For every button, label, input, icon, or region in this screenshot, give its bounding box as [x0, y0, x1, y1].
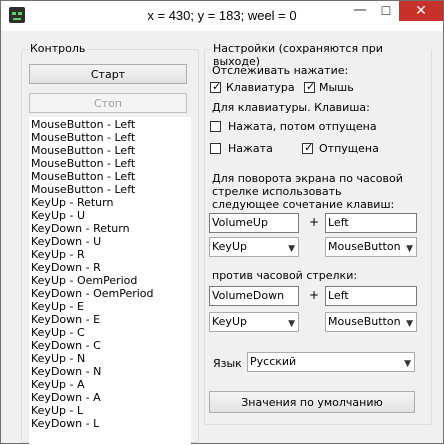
- list-item[interactable]: MouseButton - Left: [30, 144, 190, 157]
- clockwise-event1-select[interactable]: KeyUp ▼: [209, 237, 299, 257]
- pressed-then-released-label: Нажата, потом отпущена: [228, 120, 377, 133]
- released-label: Отпущена: [319, 142, 379, 155]
- list-item[interactable]: MouseButton - Left: [30, 118, 190, 131]
- released-checkbox[interactable]: ✓: [302, 141, 314, 154]
- clockwise-event1-value: KeyUp: [212, 240, 247, 253]
- language-label: Язык: [213, 357, 242, 370]
- plus-sign: +: [309, 215, 320, 229]
- chevron-down-icon: ▼: [406, 244, 413, 254]
- list-item[interactable]: KeyUp - C: [30, 326, 190, 339]
- minimize-button[interactable]: —: [347, 1, 373, 21]
- plus-sign: +: [309, 288, 320, 302]
- list-item[interactable]: KeyDown - N: [30, 365, 190, 378]
- chevron-down-icon: ▼: [288, 244, 295, 254]
- list-item[interactable]: KeyDown - Return: [30, 222, 190, 235]
- chevron-down-icon: ▼: [406, 319, 413, 329]
- pressed-checkbox[interactable]: [210, 143, 221, 154]
- clockwise-label-line3: следующее сочетание клавиш:: [212, 198, 395, 211]
- list-item[interactable]: KeyUp - N: [30, 352, 190, 365]
- keyboard-label: Клавиатура: [226, 81, 295, 94]
- list-item[interactable]: KeyUp - A: [30, 378, 190, 391]
- chevron-down-icon: ▼: [404, 359, 411, 369]
- counter-label: против часовой стрелки:: [212, 269, 358, 282]
- control-group-title: Контроль: [28, 42, 88, 55]
- counter-event1-select[interactable]: KeyUp ▼: [209, 312, 299, 332]
- list-item[interactable]: MouseButton - Left: [30, 131, 190, 144]
- clockwise-key2-input[interactable]: Left: [325, 213, 417, 233]
- counter-event2-select[interactable]: MouseButton ▼: [325, 312, 417, 332]
- clockwise-key1-input[interactable]: VolumeUp: [209, 213, 299, 233]
- list-item[interactable]: KeyUp - U: [30, 209, 190, 222]
- clockwise-label-line2: стрелке использовать: [212, 185, 342, 198]
- list-item[interactable]: KeyDown - C: [30, 339, 190, 352]
- language-select[interactable]: Русский ▼: [247, 352, 415, 372]
- defaults-button[interactable]: Значения по умолчанию: [209, 391, 415, 413]
- clockwise-event2-value: MouseButton: [328, 240, 401, 253]
- list-item[interactable]: KeyDown - U: [30, 235, 190, 248]
- counter-key2-input[interactable]: Left: [325, 286, 417, 306]
- list-item[interactable]: MouseButton - Left: [30, 183, 190, 196]
- list-item[interactable]: KeyDown - L: [30, 417, 190, 430]
- checkmark-icon: ✓: [212, 80, 222, 93]
- list-item[interactable]: KeyDown - OemPeriod: [30, 287, 190, 300]
- list-item[interactable]: KeyUp - OemPeriod: [30, 274, 190, 287]
- close-button[interactable]: ✕: [399, 1, 443, 21]
- list-item[interactable]: KeyDown - A: [30, 391, 190, 404]
- title-bar[interactable]: x = 430; y = 183; weel = 0 — ☐ ✕: [1, 1, 443, 31]
- list-item[interactable]: KeyUp - L: [30, 404, 190, 417]
- window-client-area: Контроль Старт Стоп MouseButton - Left Mo…: [1, 31, 443, 445]
- chevron-down-icon: ▼: [288, 319, 295, 329]
- list-item[interactable]: KeyUp - E: [30, 300, 190, 313]
- track-label: Отслеживать нажатие:: [212, 64, 349, 77]
- list-item[interactable]: KeyUp - R: [30, 248, 190, 261]
- list-item[interactable]: MouseButton - Left: [30, 170, 190, 183]
- pressed-label: Нажата: [228, 142, 273, 155]
- list-item[interactable]: KeyUp - Return: [30, 196, 190, 209]
- list-item[interactable]: MouseButton - Left: [30, 157, 190, 170]
- list-item[interactable]: KeyDown - R: [30, 261, 190, 274]
- counter-event1-value: KeyUp: [212, 315, 247, 328]
- counter-event2-value: MouseButton: [328, 315, 401, 328]
- clockwise-label-line1: Для поворота экрана по часовой: [212, 172, 403, 185]
- keyboard-checkbox[interactable]: ✓: [210, 80, 222, 93]
- counter-key1-input[interactable]: VolumeDown: [209, 286, 299, 306]
- list-item[interactable]: KeyDown - E: [30, 313, 190, 326]
- main-window: x = 430; y = 183; weel = 0 — ☐ ✕ Контрол…: [0, 0, 444, 445]
- maximize-button[interactable]: ☐: [373, 1, 399, 21]
- event-log-list[interactable]: MouseButton - Left MouseButton - Left Mous…: [29, 117, 191, 445]
- start-button[interactable]: Старт: [29, 64, 187, 84]
- checkmark-icon: ✓: [306, 80, 316, 93]
- stop-button[interactable]: Стоп: [29, 93, 187, 113]
- keyboard-section-label: Для клавиатуры. Клавиша:: [212, 101, 370, 114]
- mouse-label: Мышь: [319, 81, 354, 94]
- pressed-then-released-checkbox[interactable]: [210, 121, 221, 132]
- clockwise-event2-select[interactable]: MouseButton ▼: [325, 237, 417, 257]
- mouse-checkbox[interactable]: ✓: [304, 80, 316, 93]
- language-value: Русский: [250, 355, 297, 368]
- checkmark-icon: ✓: [304, 141, 314, 154]
